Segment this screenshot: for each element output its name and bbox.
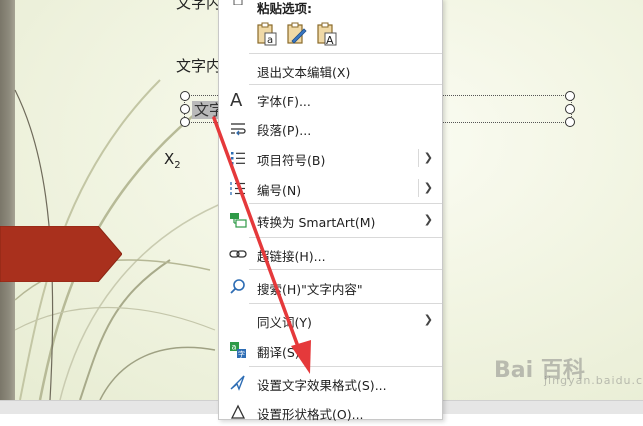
link-icon: [229, 250, 247, 258]
paste-options-row: a A: [256, 21, 338, 49]
keep-text-only-icon[interactable]: A: [316, 21, 338, 47]
bullets-icon: [231, 152, 245, 165]
menu-item-label: 搜索(H)"文字内容": [257, 282, 363, 297]
resize-handle-bottom-left[interactable]: [180, 117, 190, 127]
keep-source-formatting-icon[interactable]: a: [256, 21, 278, 47]
menu-item-label: 项目符号(B): [257, 153, 326, 168]
menu-separator: [249, 237, 442, 238]
menu-item-numbering[interactable]: 编号(N) ❯: [219, 174, 442, 202]
menu-item-label: 退出文本编辑(X): [257, 65, 351, 80]
menu-item-hyperlink[interactable]: 超链接(H)...: [219, 240, 442, 268]
svg-text:a: a: [267, 35, 273, 46]
menu-item-label: 同义词(Y): [257, 315, 312, 330]
use-destination-theme-icon[interactable]: [286, 21, 308, 47]
watermark-url: jingyan.baidu.com: [544, 374, 643, 387]
menu-item-label: 超链接(H)...: [257, 249, 326, 264]
menu-separator: [249, 303, 442, 304]
baidu-watermark: Bai 百科 jingyan.baidu.com: [494, 352, 643, 392]
menu-separator: [249, 203, 442, 204]
subscript-index: 2: [174, 160, 181, 171]
submenu-divider: [418, 149, 419, 167]
menu-item-label: 段落(P)...: [257, 123, 312, 138]
slide-text-top[interactable]: 文字内: [176, 0, 221, 13]
context-menu[interactable]: 粘贴选项: a A 退出文本编辑(X) A 字体(F)... 段落(P)... …: [218, 0, 443, 422]
menu-item-label: 翻译(S): [257, 345, 300, 360]
chevron-right-icon[interactable]: ❯: [424, 313, 433, 326]
subscript-text[interactable]: X2: [164, 150, 181, 171]
subscript-base: X: [164, 150, 175, 168]
chevron-right-icon[interactable]: ❯: [424, 181, 433, 194]
menu-separator: [249, 53, 442, 54]
svg-text:A: A: [326, 34, 334, 47]
resize-handle-bottom-right[interactable]: [565, 117, 575, 127]
menu-item-bullets[interactable]: 项目符号(B) ❯: [219, 144, 442, 172]
translate-icon: a 字: [230, 342, 246, 359]
menu-item-search[interactable]: 搜索(H)"文字内容": [219, 273, 442, 301]
slide-text-middle[interactable]: 文字内: [176, 55, 221, 76]
submenu-divider: [418, 179, 419, 197]
menu-item-label: 编号(N): [257, 183, 302, 198]
resize-handle-top-right[interactable]: [565, 91, 575, 101]
menu-item-translate[interactable]: a 字 翻译(S): [219, 336, 442, 364]
chevron-right-icon[interactable]: ❯: [424, 213, 433, 226]
svg-text:a: a: [232, 343, 237, 352]
font-icon: A: [230, 90, 243, 109]
smartart-icon: [230, 213, 247, 228]
svg-text:A: A: [230, 90, 243, 109]
menu-item-format-text-effects[interactable]: 设置文字效果格式(S)...: [219, 369, 442, 397]
menu-item-synonyms[interactable]: 同义词(Y) ❯: [219, 306, 442, 334]
resize-handle-top-left[interactable]: [180, 91, 190, 101]
resize-handle-middle-left[interactable]: [180, 104, 190, 114]
menu-item-format-shape[interactable]: 设置形状格式(O)...: [219, 398, 442, 426]
search-icon: [230, 279, 245, 294]
shape-format-icon: [230, 404, 246, 419]
resize-handle-middle-right[interactable]: [565, 104, 575, 114]
menu-separator: [249, 366, 442, 367]
menu-separator: [249, 269, 442, 270]
text-effects-icon: [230, 375, 245, 391]
paste-options-header: 粘贴选项:: [257, 1, 312, 16]
menu-item-exit-text-edit[interactable]: 退出文本编辑(X): [219, 56, 442, 84]
slide-red-arrow-shape: [0, 226, 122, 282]
svg-text:字: 字: [238, 350, 245, 359]
menu-item-label: 设置形状格式(O)...: [257, 407, 364, 422]
chevron-right-icon[interactable]: ❯: [424, 151, 433, 164]
menu-item-paragraph[interactable]: 段落(P)...: [219, 114, 442, 142]
menu-item-convert-smartart[interactable]: 转换为 SmartArt(M) ❯: [219, 206, 442, 234]
menu-item-font[interactable]: A 字体(F)...: [219, 85, 442, 113]
menu-item-label: 转换为 SmartArt(M): [257, 215, 376, 230]
menu-item-label: 字体(F)...: [257, 94, 311, 109]
paragraph-icon: [231, 123, 246, 136]
numbering-icon: [230, 182, 245, 195]
menu-item-label: 设置文字效果格式(S)...: [257, 378, 387, 393]
clipboard-icon: [233, 0, 243, 5]
